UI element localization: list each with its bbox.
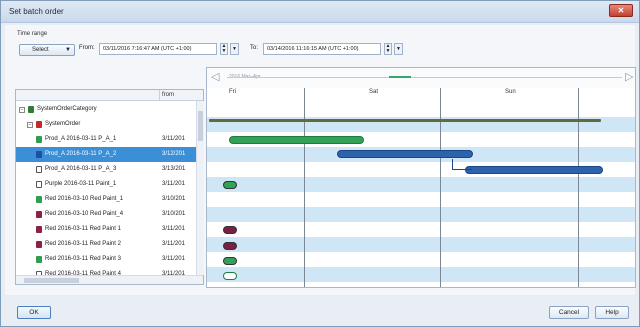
from-date-field[interactable]: 03/11/2016 7:16:47 AM (UTC +1:00) [99,43,217,55]
timeline-header: ◁ 2016 Mar–Apr ▷ [207,68,635,88]
dialog-window: Set batch order ✕ Time range Select ▼ Fr… [0,0,640,327]
day-divider [304,88,305,287]
gantt-chart[interactable]: ◁ 2016 Mar–Apr ▷ Fri Sat Sun [206,67,636,288]
tree-row[interactable]: Prod_A 2016-03-11 P_A_1 3/11/201 [16,132,196,147]
timeline-track [227,77,622,78]
timeline-left-arrow-icon[interactable]: ◁ [211,70,219,83]
order-milestone[interactable] [223,181,237,189]
column-separator [159,90,160,101]
tree-row-from: 3/11/201 [162,256,185,262]
title-bar: Set batch order ✕ [1,1,639,23]
chevron-down-icon: ▼ [65,47,71,53]
category-icon [28,106,34,113]
ok-button[interactable]: OK [17,306,51,319]
order-milestone[interactable] [223,226,237,234]
gantt-row [207,192,635,207]
order-milestone[interactable] [223,257,237,265]
tree-row[interactable]: Red 2016-03-11 Red Paint 1 3/11/201 [16,222,196,237]
tree-row-from: 3/11/201 [162,181,185,187]
tree-row[interactable]: Red 2016-03-11 Red Paint 2 3/11/201 [16,237,196,252]
from-label: From: [79,45,95,51]
gantt-row [207,177,635,192]
to-label: To: [250,45,259,51]
gantt-row [207,222,635,237]
tree-vertical-scrollbar[interactable] [196,101,204,275]
tree-row[interactable]: − SystemOrderCategory [16,102,196,117]
tree-row-from: 3/10/201 [162,211,186,217]
tree-row-label: Red 2016-03-11 Red Paint 3 [45,256,121,262]
to-calendar-dropdown[interactable]: ▼ [394,43,403,55]
tree-row-label: Prod_A 2016-03-11 P_A_2 [45,151,117,157]
order-icon [36,181,42,188]
day-divider [578,88,579,287]
gantt-row [207,207,635,222]
collapse-icon[interactable]: − [27,122,33,128]
tree-row-from: 3/11/201 [162,136,185,142]
select-label: Select [32,47,49,53]
tree-row-label: Purple 2016-03-11 Paint_1 [45,181,117,187]
tree-row-label: Red 2016-03-11 Red Paint 1 [45,226,121,232]
tree-row[interactable]: Red 2016-03-11 Red Paint 3 3/11/201 [16,252,196,267]
to-date-field[interactable]: 03/14/2016 11:16:15 AM (UTC +1:00) [263,43,381,55]
day-header: Fri [229,89,236,95]
select-dropdown-button[interactable]: Select ▼ [19,44,75,56]
tree-row[interactable]: Prod_A 2016-03-11 P_A_2 3/12/201 [16,147,196,162]
category-summary-bar[interactable] [209,119,601,122]
tree-row[interactable]: Prod_A 2016-03-11 P_A_3 3/13/201 [16,162,196,177]
order-icon [36,256,42,263]
order-bar-p-a-3[interactable] [465,166,603,174]
order-icon [36,226,42,233]
timeline-right-arrow-icon[interactable]: ▷ [625,70,633,83]
tree-header: from [16,90,203,101]
tree-horizontal-scrollbar[interactable] [16,275,203,284]
tree-row-label: Red 2016-03-10 Red Paint_1 [45,196,124,202]
collapse-icon[interactable]: − [19,107,25,113]
tree-row[interactable]: − SystemOrder [16,117,196,132]
close-button[interactable]: ✕ [609,4,633,17]
tree-row-from: 3/10/201 [162,196,186,202]
tree-row-from: 3/11/201 [162,241,185,247]
gantt-row [207,267,635,282]
gantt-row [207,237,635,252]
order-icon [36,151,42,158]
timeline-slider-thumb[interactable] [389,76,411,78]
order-icon [36,241,42,248]
order-icon [36,196,42,203]
tree-row-from: 3/12/201 [162,151,186,157]
tree-row-from: 3/13/201 [162,166,186,172]
tree-row-label: SystemOrder [45,121,81,127]
gantt-row [207,252,635,267]
order-icon [36,136,42,143]
tree-row-label: SystemOrderCategory [37,106,97,112]
gantt-row [207,102,635,117]
dependency-connector [452,159,472,170]
from-spinner[interactable]: ▲ ▼ [220,43,228,55]
from-calendar-dropdown[interactable]: ▼ [230,43,239,55]
tree-row-label: Prod_A 2016-03-11 P_A_3 [45,166,117,172]
day-header: Sun [505,89,516,95]
system-order-icon [36,121,42,128]
day-header: Sat [369,89,379,95]
order-milestone[interactable] [223,272,237,280]
order-bar-p-a-1[interactable] [229,136,364,144]
time-range-label: Time range [17,31,48,37]
order-tree: from − SystemOrderCategory − SystemOrder Pro… [15,89,204,285]
tree-row-label: Prod_A 2016-03-11 P_A_1 [45,136,117,142]
window-title: Set batch order [9,7,64,16]
order-milestone[interactable] [223,242,237,250]
order-icon [36,166,42,173]
tree-row[interactable]: Red 2016-03-10 Red Paint_4 3/10/201 [16,207,196,222]
order-bar-p-a-2[interactable] [337,150,473,158]
help-button[interactable]: Help [595,306,629,319]
tree-row-label: Red 2016-03-10 Red Paint_4 [45,211,124,217]
day-divider [440,88,441,287]
tree-row-label: Red 2016-03-11 Red Paint 2 [45,241,121,247]
cancel-button[interactable]: Cancel [549,306,589,319]
tree-row-from: 3/11/201 [162,226,185,232]
to-spinner[interactable]: ▲ ▼ [384,43,392,55]
order-icon [36,211,42,218]
tree-row[interactable]: Red 2016-03-10 Red Paint_1 3/10/201 [16,192,196,207]
tree-row[interactable]: Purple 2016-03-11 Paint_1 3/11/201 [16,177,196,192]
column-header-from[interactable]: from [162,92,174,98]
